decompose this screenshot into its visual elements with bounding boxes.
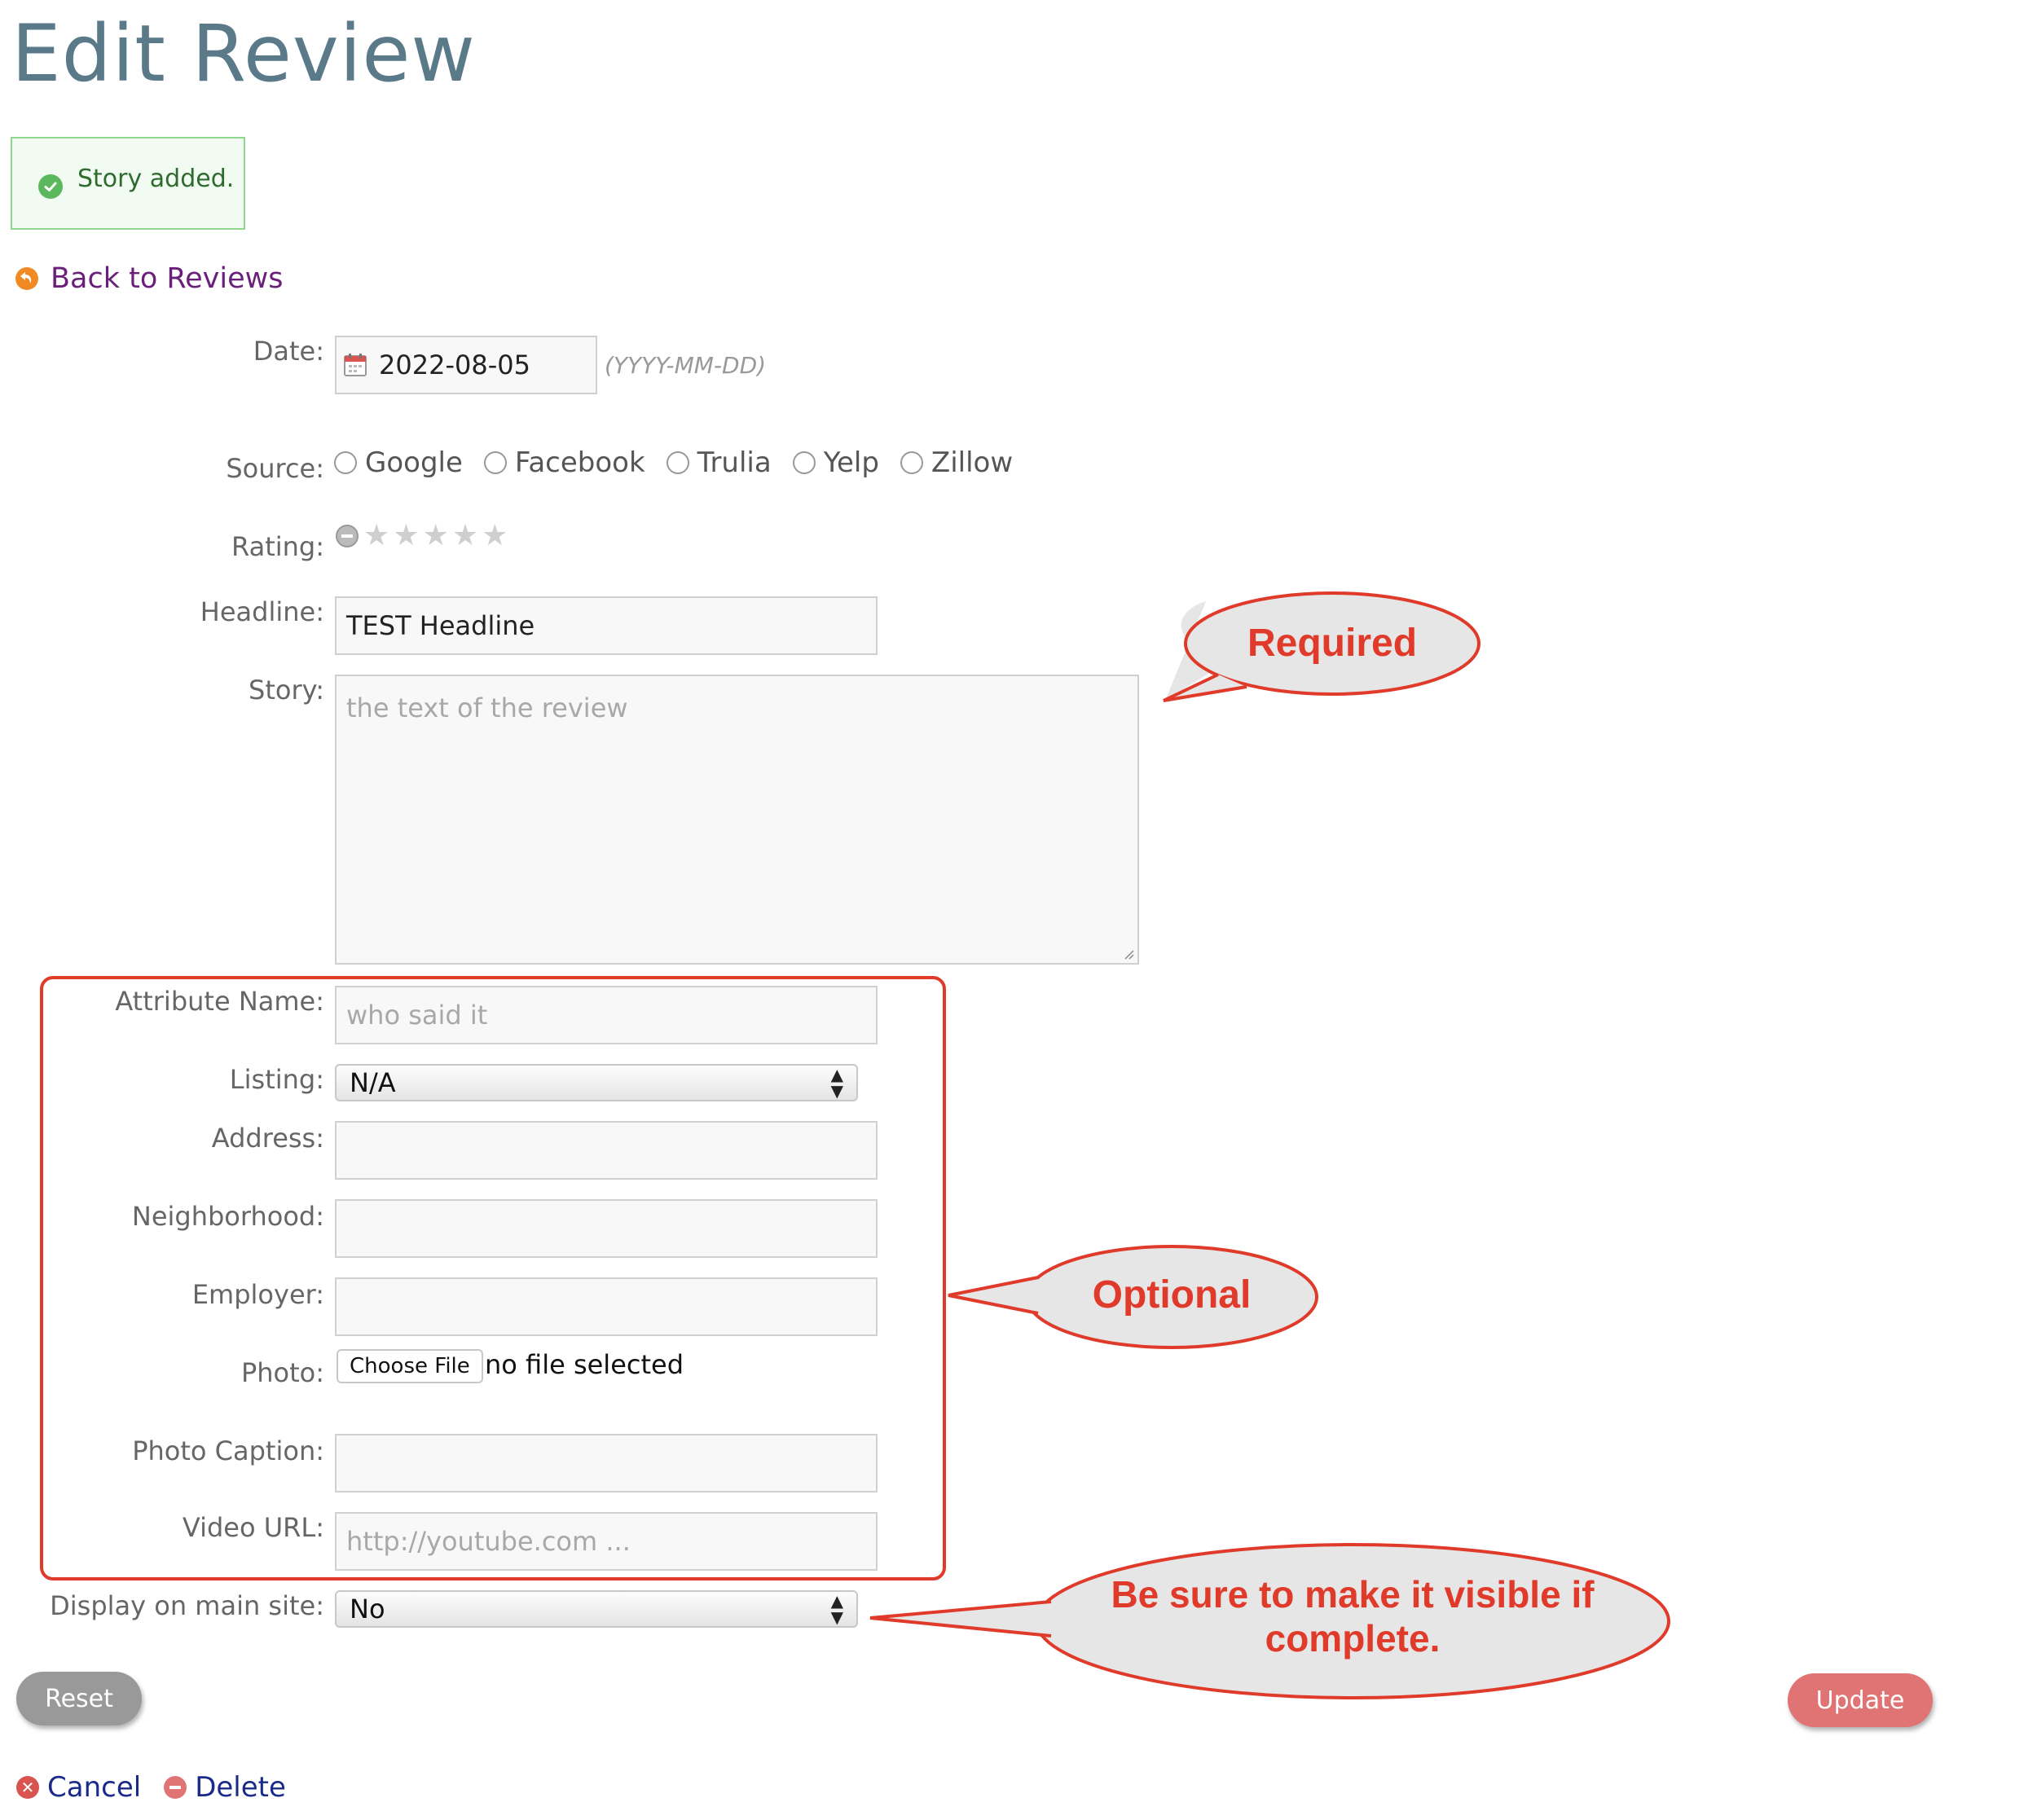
select-arrows-icon: ▲ ▼ [830, 1591, 843, 1627]
display-main-value: No [350, 1594, 385, 1624]
attribute-name-placeholder: who said it [346, 1000, 488, 1031]
radio-label: Trulia [697, 446, 772, 479]
rating-label: Rating: [231, 531, 324, 562]
star-icon[interactable]: ★ [452, 521, 478, 551]
reset-button[interactable]: Reset [16, 1672, 142, 1725]
headline-label: Headline: [200, 596, 324, 627]
address-label: Address: [211, 1123, 324, 1154]
display-main-select[interactable]: No ▲ ▼ [335, 1590, 858, 1628]
delete-minus-icon [164, 1776, 187, 1799]
back-to-reviews-link[interactable]: Back to Reviews [15, 262, 283, 295]
alert-message: Story added. [77, 165, 235, 193]
headline-value: TEST Headline [346, 610, 535, 641]
delete-link[interactable]: Delete [164, 1771, 286, 1804]
neighborhood-input[interactable] [335, 1199, 878, 1258]
date-value: 2022-08-05 [379, 349, 530, 380]
delete-label: Delete [195, 1771, 286, 1804]
visible-callout-text-line1: Be sure to make it visible if [1111, 1573, 1595, 1616]
neighborhood-label: Neighborhood: [131, 1201, 324, 1232]
back-arrow-icon [15, 267, 38, 290]
radio-button[interactable] [483, 451, 507, 474]
radio-label: Yelp [823, 446, 879, 479]
cancel-label: Cancel [47, 1771, 142, 1804]
source-option-facebook[interactable]: Facebook [483, 446, 645, 479]
source-option-google[interactable]: Google [334, 446, 463, 479]
bottom-actions: ✕ Cancel Delete [16, 1771, 286, 1804]
select-arrows-icon: ▲ ▼ [830, 1065, 843, 1101]
source-option-yelp[interactable]: Yelp [792, 446, 879, 479]
listing-select[interactable]: N/A ▲ ▼ [335, 1064, 858, 1101]
employer-input[interactable] [335, 1277, 878, 1336]
listing-label: Listing: [229, 1064, 324, 1095]
date-format-hint: (YYYY-MM-DD) [605, 352, 767, 379]
visible-callout-text-line2: complete. [1265, 1617, 1441, 1660]
address-input[interactable] [335, 1121, 878, 1180]
photo-caption-label: Photo Caption: [132, 1435, 324, 1466]
video-url-placeholder: http://youtube.com ... [346, 1526, 631, 1557]
rating-clear-icon[interactable] [336, 525, 359, 547]
headline-input[interactable]: TEST Headline [335, 596, 878, 655]
video-url-label: Video URL: [182, 1512, 324, 1543]
story-textarea[interactable]: the text of the review [335, 675, 1139, 965]
success-alert: Story added. [11, 137, 245, 230]
file-status: no file selected [485, 1349, 684, 1380]
required-callout-text: Required [1247, 622, 1418, 665]
listing-value: N/A [350, 1067, 396, 1098]
attribute-name-input[interactable]: who said it [335, 986, 878, 1044]
date-input[interactable]: 2022-08-05 [335, 336, 597, 394]
source-option-zillow[interactable]: Zillow [900, 446, 1013, 479]
display-main-label: Display on main site: [50, 1590, 324, 1621]
date-label: Date: [253, 336, 324, 367]
photo-caption-input[interactable] [335, 1434, 878, 1492]
radio-button[interactable] [900, 451, 923, 474]
radio-button[interactable] [792, 451, 816, 474]
employer-label: Employer: [191, 1279, 324, 1310]
star-icon[interactable]: ★ [423, 521, 449, 551]
source-label: Source: [226, 453, 324, 484]
radio-button[interactable] [334, 451, 357, 474]
star-icon[interactable]: ★ [393, 521, 419, 551]
radio-label: Zillow [931, 446, 1014, 479]
radio-label: Facebook [514, 446, 645, 479]
optional-callout-text: Optional [1092, 1273, 1252, 1317]
source-radio-group: Google Facebook Trulia Yelp Zillow [334, 446, 1013, 479]
resize-handle-icon[interactable] [1123, 948, 1134, 960]
story-label: Story: [249, 675, 324, 706]
calendar-icon [344, 354, 367, 376]
choose-file-button[interactable]: Choose File [337, 1349, 483, 1383]
source-option-trulia[interactable]: Trulia [666, 446, 772, 479]
update-button[interactable]: Update [1788, 1673, 1933, 1727]
photo-label: Photo: [240, 1357, 324, 1388]
page-title: Edit Review [11, 8, 476, 99]
video-url-input[interactable]: http://youtube.com ... [335, 1512, 878, 1571]
back-to-reviews-label: Back to Reviews [51, 262, 284, 295]
check-circle-icon [38, 174, 63, 199]
story-placeholder: the text of the review [346, 692, 628, 723]
radio-button[interactable] [666, 451, 689, 474]
cancel-x-icon: ✕ [16, 1776, 39, 1799]
cancel-link[interactable]: ✕ Cancel [16, 1771, 141, 1804]
attribute-name-label: Attribute Name: [115, 986, 324, 1017]
star-icon[interactable]: ★ [482, 521, 508, 551]
star-icon[interactable]: ★ [363, 521, 389, 551]
radio-label: Google [365, 446, 463, 479]
rating-stars: ★ ★ ★ ★ ★ [336, 521, 508, 551]
